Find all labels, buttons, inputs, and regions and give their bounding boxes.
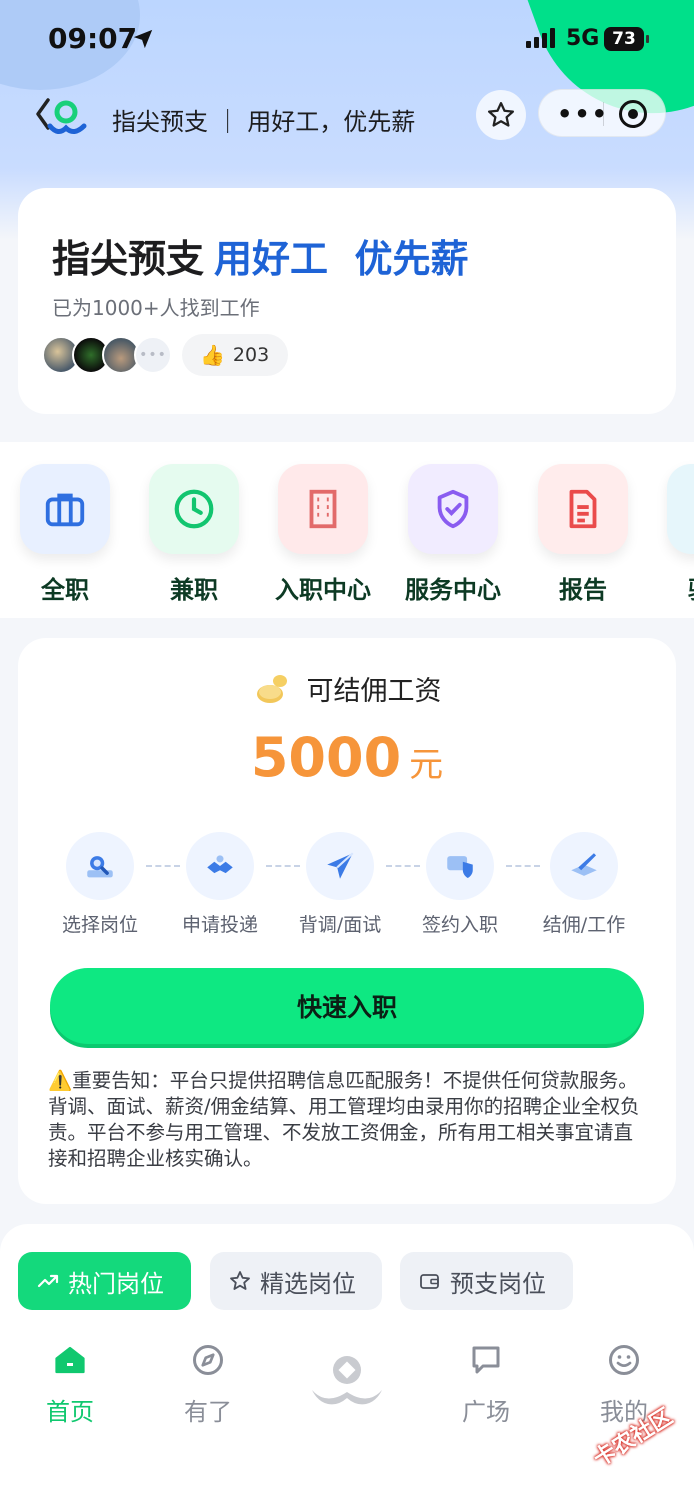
status-bar: 09:07 5G 73 xyxy=(0,0,694,80)
tab-label: 预支岗位 xyxy=(450,1269,546,1298)
category-report[interactable]: 报告 xyxy=(528,464,638,605)
tab-selected-jobs[interactable]: 精选岗位 xyxy=(210,1252,382,1310)
salary-amount-value: 5000 xyxy=(250,726,402,789)
battery-icon: 73 xyxy=(604,27,649,51)
rider-icon xyxy=(667,464,694,554)
step-interview: 背调/面试 xyxy=(278,832,402,937)
salary-amount: 5000 元 xyxy=(18,726,676,789)
category-label: 报告 xyxy=(559,576,607,604)
battery-level: 73 xyxy=(612,29,636,49)
more-avatars-icon: ••• xyxy=(134,336,172,374)
trending-up-icon xyxy=(37,1274,59,1288)
quick-onboard-button[interactable]: 快速入职 xyxy=(50,968,644,1044)
category-label: 服务中心 xyxy=(405,576,501,604)
notice-text: 重要告知：平台只提供招聘信息匹配服务！不提供任何贷款服务。背调、面试、薪资/佣金… xyxy=(48,1069,640,1170)
salary-header: 可结佣工资 xyxy=(18,668,676,708)
category-service-center[interactable]: 服务中心 xyxy=(398,464,508,605)
important-notice: ⚠️重要告知：平台只提供招聘信息匹配服务！不提供任何贷款服务。背调、面试、薪资/… xyxy=(48,1068,648,1172)
avatar-stack: ••• xyxy=(42,336,182,374)
center-logo-icon[interactable] xyxy=(306,1350,388,1410)
salary-label: 可结佣工资 xyxy=(306,675,442,707)
warning-icon: ⚠️ xyxy=(48,1069,73,1092)
wallet-icon xyxy=(420,1274,439,1289)
category-fulltime[interactable]: 全职 xyxy=(10,464,120,605)
pen-paper-icon xyxy=(550,832,618,900)
close-target-icon[interactable] xyxy=(619,100,647,128)
step-sign: 签约入职 xyxy=(398,832,522,937)
compass-icon xyxy=(193,1345,223,1375)
home-icon xyxy=(55,1346,85,1374)
like-button[interactable]: 👍 203 xyxy=(182,334,288,376)
bottom-tab-bar: 首页 有了 广场 我的 xyxy=(0,1330,694,1500)
contract-shield-icon xyxy=(426,832,494,900)
capsule-divider xyxy=(603,102,604,126)
job-tabs: 热门岗位 精选岗位 预支岗位 xyxy=(0,1224,694,1340)
salary-card: 可结佣工资 5000 元 选择岗位 申请投递 背调/面试 签约入职 结佣/工作 … xyxy=(18,638,676,1204)
tab-advance-jobs[interactable]: 预支岗位 xyxy=(400,1252,573,1310)
hero-title-main: 指尖预支 xyxy=(52,237,205,281)
step-apply: 申请投递 xyxy=(158,832,282,937)
coins-icon xyxy=(256,675,287,703)
star-outline-icon xyxy=(230,1271,250,1290)
building-icon xyxy=(278,464,368,554)
capsule-menu: ••• xyxy=(538,89,666,137)
shield-check-icon xyxy=(408,464,498,554)
mini-program-nav: 指尖预支 ｜ 用好工，优先薪 ••• xyxy=(0,80,694,156)
step-select-job: 选择岗位 xyxy=(38,832,162,937)
nav-label: 广场 xyxy=(462,1398,510,1426)
hero-card: 指尖预支 用好工 优先薪 已为1000+人找到工作 ••• 👍 203 xyxy=(18,188,676,414)
star-icon xyxy=(488,102,514,127)
step-label: 签约入职 xyxy=(421,914,498,936)
paper-plane-icon xyxy=(306,832,374,900)
signal-icon xyxy=(526,28,555,48)
nav-square[interactable]: 广场 xyxy=(426,1342,546,1427)
network-type: 5G xyxy=(566,26,600,51)
nav-label: 有了 xyxy=(184,1398,232,1426)
salary-amount-unit: 元 xyxy=(409,745,444,785)
magnifier-icon xyxy=(66,832,134,900)
back-logo-icon[interactable] xyxy=(34,94,92,138)
nav-discover[interactable]: 有了 xyxy=(148,1342,268,1427)
step-label: 背调/面试 xyxy=(298,914,382,936)
status-time: 09:07 xyxy=(48,22,138,55)
nav-label: 首页 xyxy=(46,1398,94,1426)
step-work: 结佣/工作 xyxy=(522,832,646,937)
smiley-icon xyxy=(609,1345,639,1375)
nav-title: 指尖预支 ｜ 用好工，优先薪 xyxy=(112,108,416,136)
thumbs-up-icon: 👍 xyxy=(200,343,225,367)
process-steps: 选择岗位 申请投递 背调/面试 签约入职 结佣/工作 xyxy=(18,832,676,942)
category-label: 全职 xyxy=(41,576,89,604)
like-count: 203 xyxy=(232,344,270,366)
step-label: 结佣/工作 xyxy=(542,914,626,936)
favorite-button[interactable] xyxy=(476,90,526,140)
chat-bubble-icon xyxy=(472,1346,500,1374)
category-onboarding-center[interactable]: 入职中心 xyxy=(268,464,378,605)
category-rider[interactable]: 骑手 xyxy=(657,464,694,605)
document-icon xyxy=(538,464,628,554)
briefcase-icon xyxy=(20,464,110,554)
tab-hot-jobs[interactable]: 热门岗位 xyxy=(18,1252,191,1310)
step-label: 申请投递 xyxy=(181,914,258,936)
hero-subtitle: 已为1000+人找到工作 xyxy=(52,296,260,320)
category-label: 入职中心 xyxy=(275,576,371,604)
hero-title: 指尖预支 用好工 优先薪 xyxy=(52,228,468,283)
step-label: 选择岗位 xyxy=(61,914,138,936)
location-arrow-icon xyxy=(133,29,153,49)
nav-home[interactable]: 首页 xyxy=(10,1342,130,1427)
category-parttime[interactable]: 兼职 xyxy=(139,464,249,605)
clock-icon xyxy=(149,464,239,554)
handshake-icon xyxy=(186,832,254,900)
category-label: 骑手 xyxy=(657,570,694,605)
more-icon[interactable]: ••• xyxy=(557,100,609,128)
category-row: 全职 兼职 入职中心 服务中心 报告 骑手 xyxy=(0,442,694,618)
tab-label: 热门岗位 xyxy=(68,1269,164,1298)
category-label: 兼职 xyxy=(170,576,218,604)
hero-title-highlight: 用好工 优先薪 xyxy=(214,237,469,281)
tab-label: 精选岗位 xyxy=(260,1269,356,1298)
